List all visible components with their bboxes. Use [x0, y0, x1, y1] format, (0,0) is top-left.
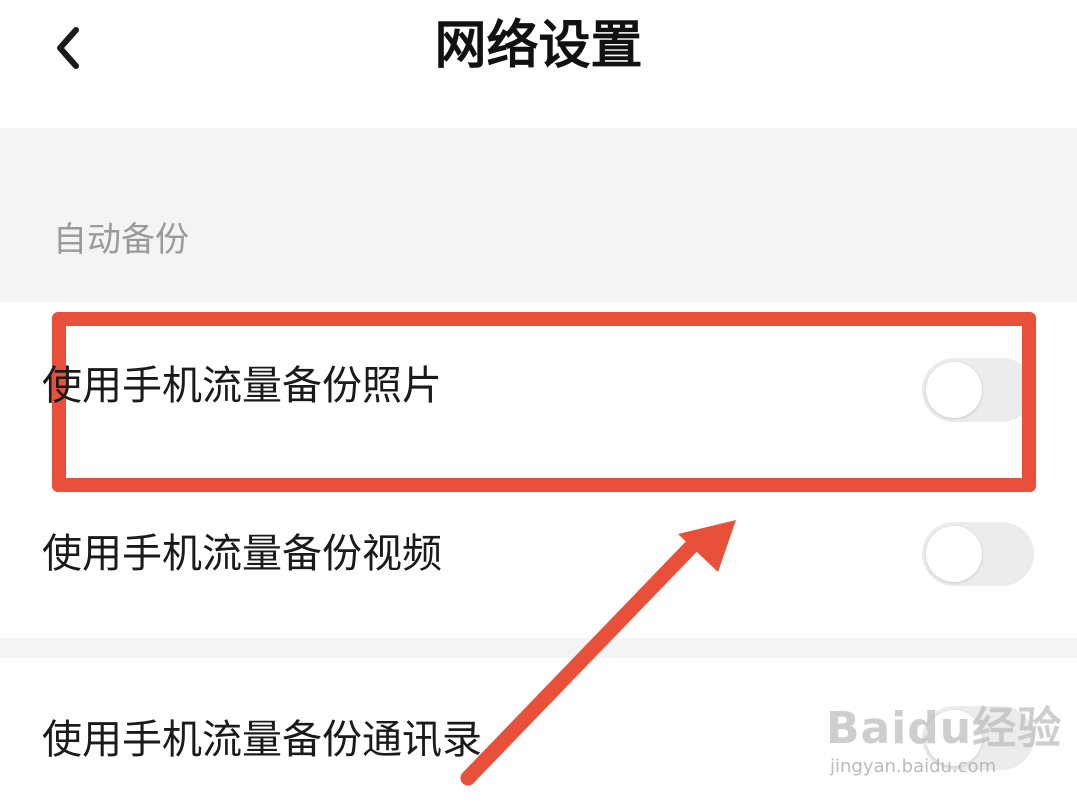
setting-label-contacts: 使用手机流量备份通讯录 [42, 717, 482, 763]
toggle-contacts[interactable] [922, 706, 1034, 770]
section-divider [0, 638, 1077, 658]
toggle-photos[interactable] [922, 358, 1034, 422]
page-title: 网络设置 [434, 16, 643, 76]
section-label: 自动备份 [53, 220, 189, 260]
toggle-knob [926, 710, 982, 766]
toggle-knob [926, 526, 982, 582]
section-header [0, 128, 1077, 302]
toggle-knob [926, 362, 982, 418]
setting-label-photos: 使用手机流量备份照片 [42, 363, 442, 409]
header-bar: 网络设置 [0, 0, 1077, 128]
setting-label-videos: 使用手机流量备份视频 [42, 531, 442, 577]
toggle-videos[interactable] [922, 522, 1034, 586]
